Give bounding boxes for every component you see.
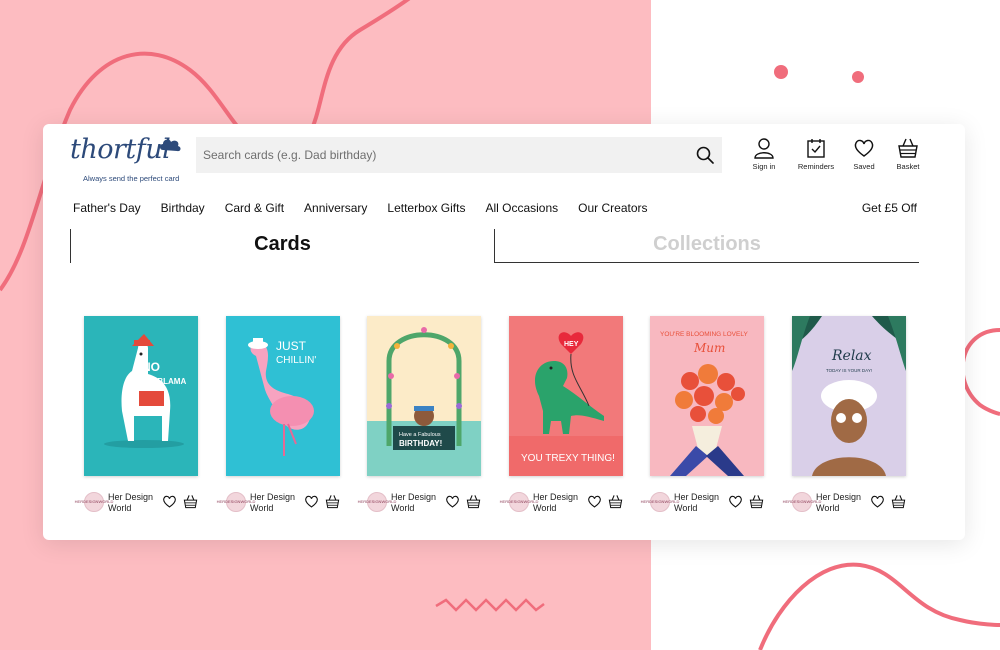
art-text-line1: NO bbox=[142, 360, 160, 374]
art-text-line2: BIRTHDAY! bbox=[399, 439, 442, 448]
art-text-line2: Mum bbox=[693, 341, 725, 355]
art-text-line1: JUST bbox=[276, 339, 307, 353]
avatar[interactable]: HER DESIGN WORLD bbox=[500, 492, 538, 512]
product-meta: HER DESIGN WORLD Her Design World bbox=[783, 490, 912, 514]
reminders-button[interactable]: Reminders bbox=[787, 137, 845, 171]
heart-icon[interactable] bbox=[728, 494, 743, 509]
saved-label: Saved bbox=[853, 162, 875, 171]
header-actions: Sign in Reminders Saved Basket bbox=[745, 137, 927, 171]
basket-icon[interactable] bbox=[891, 494, 906, 509]
floral-arch-card-art: Have a Fabulous BIRTHDAY! bbox=[367, 316, 481, 476]
art-text-line1: Relax bbox=[831, 348, 872, 364]
basket-icon[interactable] bbox=[749, 494, 764, 509]
bouquet-card-art: YOU'RE BLOOMING LOVELY Mum bbox=[650, 316, 764, 476]
avatar[interactable]: HER DESIGN WORLD bbox=[783, 492, 821, 512]
card-image[interactable]: JUST CHILLIN' bbox=[226, 316, 340, 476]
creator-name[interactable]: Her Design World bbox=[533, 492, 585, 514]
heart-icon[interactable] bbox=[587, 494, 602, 509]
heart-icon[interactable] bbox=[870, 494, 885, 509]
llama-card-art: NO PROBLAMA bbox=[84, 316, 198, 476]
creator-name[interactable]: Her Design World bbox=[108, 492, 160, 514]
avatar[interactable]: HER DESIGN WORLD bbox=[217, 492, 255, 512]
sign-in-label: Sign in bbox=[752, 162, 776, 171]
card-image[interactable]: NO PROBLAMA bbox=[84, 316, 198, 476]
logo-tagline: Always send the perfect card bbox=[83, 174, 180, 183]
search-icon bbox=[696, 146, 714, 164]
relax-card-art: Relax TODAY IS YOUR DAY! bbox=[792, 316, 906, 476]
user-icon bbox=[754, 138, 774, 159]
nav-birthday[interactable]: Birthday bbox=[161, 201, 205, 215]
heart-icon[interactable] bbox=[304, 494, 319, 509]
basket-icon[interactable] bbox=[183, 494, 198, 509]
card-image[interactable]: YOU'RE BLOOMING LOVELY Mum bbox=[650, 316, 764, 476]
product-meta: HER DESIGN WORLD Her Design World bbox=[358, 490, 487, 514]
art-text-line1: HEY bbox=[564, 341, 579, 348]
card-image[interactable]: Relax TODAY IS YOUR DAY! bbox=[792, 316, 906, 476]
product-card[interactable]: YOU'RE BLOOMING LOVELY Mum HER DESIGN WORL… bbox=[641, 316, 764, 513]
product-meta: HER DESIGN WORLD Her Design World bbox=[500, 490, 629, 514]
search-button[interactable] bbox=[690, 140, 720, 170]
cloud-icon bbox=[160, 139, 181, 152]
flamingo-card-art: JUST CHILLIN' bbox=[226, 316, 340, 476]
tab-collections[interactable]: Collections bbox=[494, 229, 919, 263]
nav-card-gift[interactable]: Card & Gift bbox=[225, 201, 284, 215]
nav-anniversary[interactable]: Anniversary bbox=[304, 201, 367, 215]
nav-letterbox-gifts[interactable]: Letterbox Gifts bbox=[387, 201, 465, 215]
site-window: thortful Always send the perfect card Si… bbox=[43, 124, 965, 540]
basket-icon[interactable] bbox=[608, 494, 623, 509]
product-card[interactable]: NO PROBLAMA HER DESIGN WORLD Her Design Wo… bbox=[75, 316, 198, 513]
product-card[interactable]: JUST CHILLIN' HER DESIGN WORLD Her Design … bbox=[217, 316, 340, 513]
avatar[interactable]: HER DESIGN WORLD bbox=[358, 492, 396, 512]
basket-icon[interactable] bbox=[466, 494, 481, 509]
avatar[interactable]: HER DESIGN WORLD bbox=[75, 492, 113, 512]
creator-name[interactable]: Her Design World bbox=[816, 492, 868, 514]
product-meta: HER DESIGN WORLD Her Design World bbox=[75, 490, 204, 514]
product-card[interactable]: Have a Fabulous BIRTHDAY! HER DESIGN WORLD… bbox=[358, 316, 481, 513]
nav-fathers-day[interactable]: Father's Day bbox=[73, 201, 141, 215]
product-meta: HER DESIGN WORLD Her Design World bbox=[217, 490, 346, 514]
art-text-line1: Have a Fabulous bbox=[399, 432, 441, 438]
logo-wordmark: thortful bbox=[70, 134, 171, 165]
creator-name[interactable]: Her Design World bbox=[674, 492, 726, 514]
basket-label: Basket bbox=[896, 162, 920, 171]
search-input[interactable] bbox=[196, 137, 690, 173]
art-text-line2: CHILLIN' bbox=[276, 355, 316, 366]
creator-name[interactable]: Her Design World bbox=[250, 492, 302, 514]
promo-link[interactable]: Get £5 Off bbox=[862, 201, 917, 215]
search-bar bbox=[196, 137, 722, 173]
sign-in-button[interactable]: Sign in bbox=[745, 137, 783, 171]
nav-our-creators[interactable]: Our Creators bbox=[578, 201, 647, 215]
heart-icon[interactable] bbox=[445, 494, 460, 509]
art-text-line2: YOU TREXY THING! bbox=[521, 453, 615, 464]
logo[interactable]: thortful Always send the perfect card bbox=[70, 130, 190, 183]
nav-all-occasions[interactable]: All Occasions bbox=[485, 201, 558, 215]
tab-collections-label: Collections bbox=[653, 233, 761, 255]
product-card[interactable]: Relax TODAY IS YOUR DAY! HER DESIGN WORLD … bbox=[783, 316, 906, 513]
calendar-check-icon bbox=[807, 139, 825, 158]
product-meta: HER DESIGN WORLD Her Design World bbox=[641, 490, 770, 514]
tab-cards[interactable]: Cards bbox=[70, 229, 494, 263]
main-nav: Father's Day Birthday Card & Gift Annive… bbox=[73, 201, 668, 215]
basket-button[interactable]: Basket bbox=[889, 137, 927, 171]
art-text-line2: PROBLAMA bbox=[140, 377, 186, 386]
art-text-line2: TODAY IS YOUR DAY! bbox=[826, 368, 872, 373]
saved-button[interactable]: Saved bbox=[845, 137, 883, 171]
card-image[interactable]: Have a Fabulous BIRTHDAY! bbox=[367, 316, 481, 476]
art-text-line1: YOU'RE BLOOMING LOVELY bbox=[660, 331, 748, 338]
heart-icon[interactable] bbox=[162, 494, 177, 509]
reminders-label: Reminders bbox=[797, 162, 835, 171]
trex-card-art: HEY YOU TREXY THING! bbox=[509, 316, 623, 476]
creator-name[interactable]: Her Design World bbox=[391, 492, 443, 514]
basket-icon[interactable] bbox=[325, 494, 340, 509]
heart-icon bbox=[854, 139, 874, 157]
basket-icon bbox=[898, 138, 918, 158]
card-image[interactable]: HEY YOU TREXY THING! bbox=[509, 316, 623, 476]
avatar[interactable]: HER DESIGN WORLD bbox=[641, 492, 679, 512]
product-card[interactable]: HEY YOU TREXY THING! HER DESIGN WORLD Her … bbox=[500, 316, 623, 513]
tab-cards-label: Cards bbox=[254, 233, 311, 255]
